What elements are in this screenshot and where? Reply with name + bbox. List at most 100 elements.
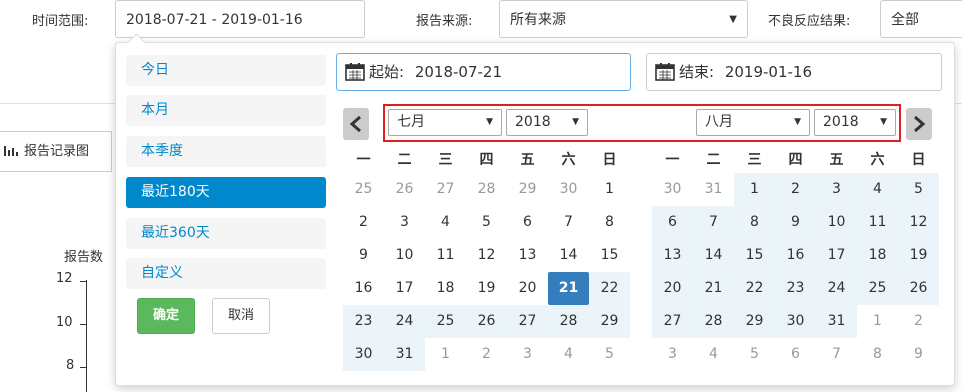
next-month-button[interactable]	[906, 108, 932, 140]
calendar-day[interactable]: 18	[857, 239, 898, 272]
calendar-day[interactable]: 30	[652, 173, 693, 206]
calendar-day[interactable]: 6	[775, 338, 816, 371]
range-today[interactable]: 今日	[126, 55, 326, 86]
calendar-day[interactable]: 10	[384, 239, 425, 272]
calendar-day[interactable]: 8	[589, 206, 630, 239]
calendar-day[interactable]: 4	[857, 173, 898, 206]
calendar-day[interactable]: 28	[693, 305, 734, 338]
calendar-day[interactable]: 31	[693, 173, 734, 206]
calendar-day[interactable]: 9	[775, 206, 816, 239]
calendar-day[interactable]: 30	[548, 173, 589, 206]
calendar-day[interactable]: 14	[548, 239, 589, 272]
calendar-day[interactable]: 17	[816, 239, 857, 272]
calendar-day[interactable]: 3	[652, 338, 693, 371]
calendar-day[interactable]: 2	[466, 338, 507, 371]
calendar-day[interactable]: 9	[343, 239, 384, 272]
calendar-day[interactable]: 1	[589, 173, 630, 206]
calendar-day[interactable]: 26	[384, 173, 425, 206]
calendar-day[interactable]: 19	[898, 239, 939, 272]
calendar-day[interactable]: 23	[775, 272, 816, 305]
calendar-day[interactable]: 12	[898, 206, 939, 239]
calendar-day[interactable]: 6	[652, 206, 693, 239]
calendar-day[interactable]: 2	[343, 206, 384, 239]
calendar-day[interactable]: 17	[384, 272, 425, 305]
calendar-day[interactable]: 5	[734, 338, 775, 371]
calendar-day[interactable]: 8	[857, 338, 898, 371]
cancel-button[interactable]: 取消	[212, 298, 270, 334]
calendar-day[interactable]: 11	[857, 206, 898, 239]
calendar-day[interactable]: 2	[898, 305, 939, 338]
calendar-day[interactable]: 25	[425, 305, 466, 338]
calendar-day[interactable]: 21	[548, 272, 589, 305]
calendar-day[interactable]: 4	[693, 338, 734, 371]
range-last-360-days[interactable]: 最近360天	[126, 218, 326, 249]
report-source-select[interactable]: 所有来源 ▼	[499, 0, 748, 38]
calendar-day[interactable]: 31	[816, 305, 857, 338]
calendar-day[interactable]: 15	[734, 239, 775, 272]
calendar-day[interactable]: 3	[816, 173, 857, 206]
calendar-day[interactable]: 7	[693, 206, 734, 239]
calendar-day[interactable]: 4	[425, 206, 466, 239]
calendar-day[interactable]: 26	[898, 272, 939, 305]
calendar-day[interactable]: 31	[384, 338, 425, 371]
calendar-day[interactable]: 16	[775, 239, 816, 272]
calendar-day[interactable]: 9	[898, 338, 939, 371]
calendar-day[interactable]: 19	[466, 272, 507, 305]
calendar-day[interactable]: 16	[343, 272, 384, 305]
range-last-180-days[interactable]: 最近180天	[126, 177, 326, 208]
calendar-day[interactable]: 20	[507, 272, 548, 305]
calendar-day[interactable]: 27	[652, 305, 693, 338]
calendar-day[interactable]: 7	[816, 338, 857, 371]
calendar-day[interactable]: 7	[548, 206, 589, 239]
calendar-day[interactable]: 26	[466, 305, 507, 338]
range-this-month[interactable]: 本月	[126, 95, 326, 126]
calendar-day[interactable]: 3	[384, 206, 425, 239]
calendar-day[interactable]: 29	[589, 305, 630, 338]
time-range-input[interactable]: 2018-07-21 - 2019-01-16	[115, 0, 365, 38]
calendar-day[interactable]: 20	[652, 272, 693, 305]
prev-month-button[interactable]	[343, 108, 369, 140]
calendar-day[interactable]: 23	[343, 305, 384, 338]
left-month-select[interactable]: 七月 ▼	[388, 109, 502, 136]
calendar-day[interactable]: 8	[734, 206, 775, 239]
calendar-day[interactable]: 1	[734, 173, 775, 206]
calendar-day[interactable]: 11	[425, 239, 466, 272]
calendar-day[interactable]: 30	[775, 305, 816, 338]
left-year-select[interactable]: 2018 ▼	[506, 109, 588, 136]
calendar-day[interactable]: 28	[466, 173, 507, 206]
range-custom[interactable]: 自定义	[126, 258, 326, 289]
calendar-day[interactable]: 13	[507, 239, 548, 272]
calendar-day[interactable]: 18	[425, 272, 466, 305]
calendar-day[interactable]: 22	[589, 272, 630, 305]
calendar-day[interactable]: 6	[507, 206, 548, 239]
report-chart-tab[interactable]: 报告记录图	[0, 131, 112, 172]
calendar-day[interactable]: 29	[507, 173, 548, 206]
calendar-day[interactable]: 4	[548, 338, 589, 371]
calendar-day[interactable]: 12	[466, 239, 507, 272]
calendar-day[interactable]: 25	[857, 272, 898, 305]
adverse-result-select[interactable]: 全部	[880, 0, 962, 38]
calendar-day[interactable]: 27	[425, 173, 466, 206]
calendar-day[interactable]: 27	[507, 305, 548, 338]
calendar-day[interactable]: 5	[898, 173, 939, 206]
right-year-select[interactable]: 2018 ▼	[814, 109, 896, 136]
calendar-day[interactable]: 29	[734, 305, 775, 338]
calendar-day[interactable]: 13	[652, 239, 693, 272]
calendar-day[interactable]: 1	[857, 305, 898, 338]
calendar-day[interactable]: 28	[548, 305, 589, 338]
calendar-day[interactable]: 21	[693, 272, 734, 305]
calendar-day[interactable]: 25	[343, 173, 384, 206]
calendar-day[interactable]: 5	[589, 338, 630, 371]
right-month-select[interactable]: 八月 ▼	[696, 109, 810, 136]
range-this-quarter[interactable]: 本季度	[126, 136, 326, 167]
start-date-input[interactable]: 起始: 2018-07-21	[336, 53, 631, 91]
calendar-day[interactable]: 30	[343, 338, 384, 371]
calendar-day[interactable]: 24	[816, 272, 857, 305]
calendar-day[interactable]: 24	[384, 305, 425, 338]
calendar-day[interactable]: 15	[589, 239, 630, 272]
calendar-day[interactable]: 10	[816, 206, 857, 239]
calendar-day[interactable]: 14	[693, 239, 734, 272]
calendar-day[interactable]: 22	[734, 272, 775, 305]
calendar-day[interactable]: 2	[775, 173, 816, 206]
calendar-day[interactable]: 5	[466, 206, 507, 239]
